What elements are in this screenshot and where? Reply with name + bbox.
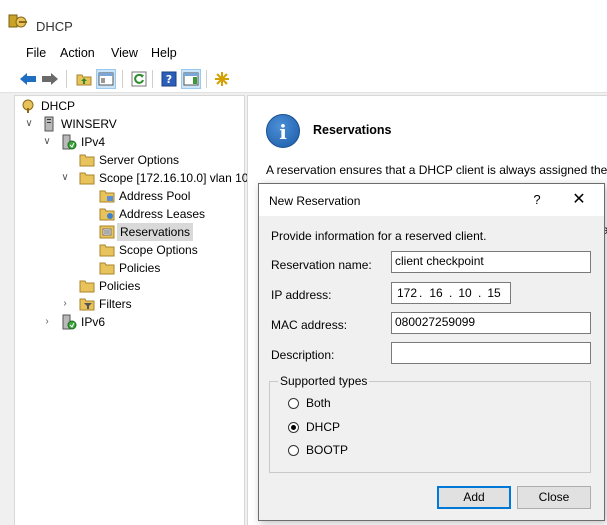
reservation-name-label: Reservation name: [271,258,372,272]
help-button[interactable]: ? [527,190,547,210]
forward-arrow-icon[interactable] [40,69,60,89]
chevron-right-icon[interactable]: › [59,296,71,312]
reservation-name-field[interactable]: client checkpoint [391,251,591,273]
tree-node-ipv4[interactable]: ∨ IPv4 [19,133,239,151]
mac-address-field[interactable]: 080027259099 [391,312,591,334]
help-icon[interactable]: ? [159,69,179,89]
dialog-title-bar: New Reservation ? ✕ [259,184,604,216]
ip-dot: . [478,286,482,300]
menu-view[interactable]: View [111,46,138,60]
window-title: DHCP [36,19,73,34]
dhcp-app-icon [8,14,28,30]
description-label: Description: [271,348,335,362]
description-field[interactable] [391,342,591,364]
tree-node-ipv4-policies[interactable]: Policies [19,277,239,295]
dhcp-icon [21,98,37,114]
reservations-icon [99,224,115,240]
radio-both-label[interactable]: Both [306,396,331,410]
toolbar-separator [122,70,123,88]
close-icon[interactable]: ✕ [567,190,591,210]
address-leases-icon [99,206,115,222]
tree-node-scope[interactable]: ∨ Scope [172.16.10.0] vlan 10 [19,169,248,187]
radio-dhcp[interactable] [288,422,299,433]
ip-address-label: IP address: [271,288,332,302]
action-pane-icon[interactable] [181,69,201,89]
ip-address-field[interactable]: 172 . 16 . 10 . 15 [391,282,511,304]
up-folder-icon[interactable] [74,69,94,89]
chevron-down-icon[interactable]: ∨ [23,116,35,132]
address-pool-icon [99,188,115,204]
title-bar: DHCP [0,0,607,40]
supported-types-label: Supported types [278,374,370,388]
tree-node-filters[interactable]: › Filters [19,295,239,313]
new-item-icon[interactable] [212,69,232,89]
ip-octet-2[interactable]: 16 [425,286,447,300]
ip-octet-1[interactable]: 172 [396,286,418,300]
toolbar-separator [206,70,207,88]
svg-text:?: ? [166,73,172,86]
dialog-intro: Provide information for a reserved clien… [271,229,487,243]
folder-icon [99,260,115,276]
details-heading: Reservations [313,123,392,137]
menu-help[interactable]: Help [151,46,177,60]
ip-dot: . [449,286,453,300]
ip-octet-4[interactable]: 15 [483,286,505,300]
console-tree: DHCP ∨ WINSERV ∨ IPv4 Server Options ∨ S… [14,95,248,525]
ipv6-icon [61,314,77,330]
new-reservation-dialog: New Reservation ? ✕ Provide information … [258,183,605,521]
server-icon [41,116,57,132]
tree-node-winserv[interactable]: ∨ WINSERV [19,115,239,133]
supported-types-group: Supported types Both DHCP BOOTP [269,374,591,473]
details-description: A reservation ensures that a DHCP client… [266,163,607,177]
toolbar-separator [152,70,153,88]
tree-node-address-pool[interactable]: Address Pool [19,187,239,205]
refresh-icon[interactable] [129,69,149,89]
ip-dot: . [419,286,423,300]
toolbar: ? [0,66,607,93]
mac-address-label: MAC address: [271,318,348,332]
folder-icon [79,278,95,294]
add-button[interactable]: Add [437,486,511,509]
tree-node-scope-policies[interactable]: Policies [19,259,239,277]
menu-bar: File Action View Help [0,40,607,66]
radio-both[interactable] [288,398,299,409]
show-hide-tree-icon[interactable] [96,69,116,89]
toolbar-separator [66,70,67,88]
chevron-down-icon[interactable]: ∨ [41,134,53,150]
info-icon: i [266,114,300,148]
tree-node-dhcp[interactable]: DHCP [19,97,239,115]
chevron-right-icon[interactable]: › [41,314,53,330]
ip-octet-3[interactable]: 10 [454,286,476,300]
dialog-title: New Reservation [269,194,361,208]
folder-icon [99,242,115,258]
radio-bootp-label[interactable]: BOOTP [306,443,348,457]
tree-node-ipv6[interactable]: › IPv6 [19,313,239,331]
chevron-down-icon[interactable]: ∨ [59,170,71,186]
close-button[interactable]: Close [517,486,591,509]
back-arrow-icon[interactable] [18,69,38,89]
tree-node-reservations[interactable]: Reservations [19,223,239,241]
tree-node-address-leases[interactable]: Address Leases [19,205,239,223]
folder-icon [79,152,95,168]
radio-dhcp-label[interactable]: DHCP [306,420,340,434]
filter-icon [79,296,95,312]
tree-node-server-options[interactable]: Server Options [19,151,239,169]
menu-action[interactable]: Action [60,46,95,60]
folder-icon [79,170,95,186]
tree-node-scope-options[interactable]: Scope Options [19,241,239,259]
ipv4-icon [61,134,77,150]
menu-file[interactable]: File [26,46,46,60]
radio-bootp[interactable] [288,445,299,456]
